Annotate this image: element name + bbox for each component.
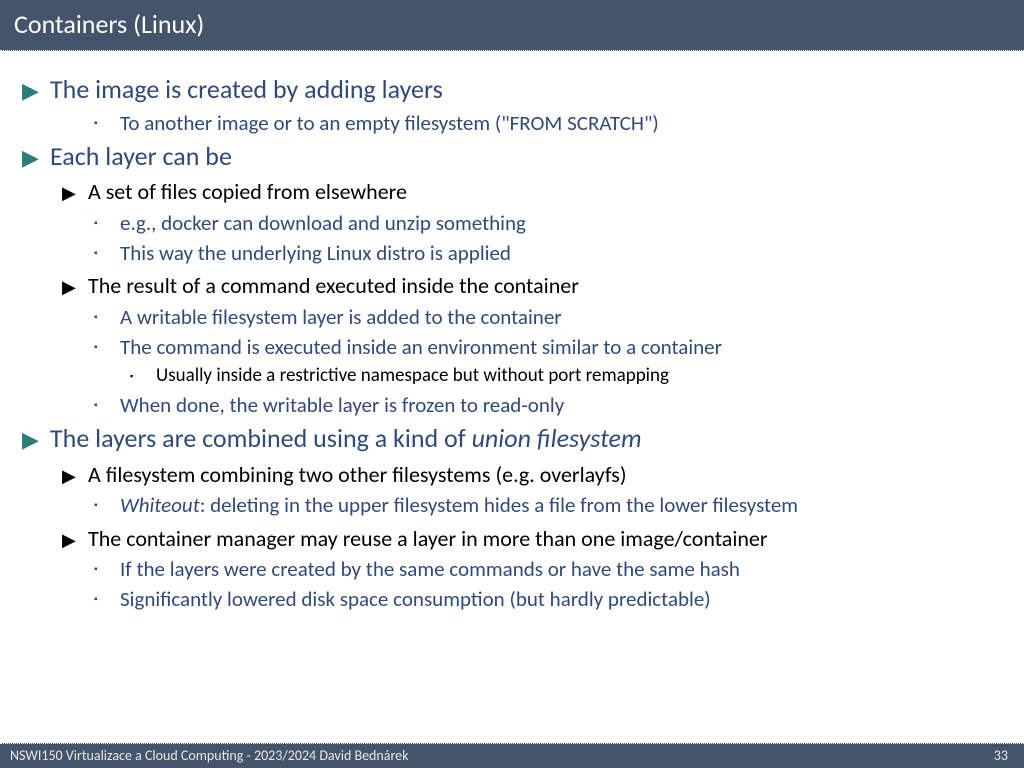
bullet-icon: ▪ bbox=[94, 392, 120, 412]
bullet-icon: ▶ bbox=[62, 461, 88, 488]
bullet-icon: ▪ bbox=[94, 556, 120, 576]
bullet-icon: ▶ bbox=[62, 178, 88, 205]
bullet-text: The container manager may reuse a layer … bbox=[88, 525, 1014, 553]
bullet-line: ▪This way the underlying Linux distro is… bbox=[94, 240, 1014, 266]
bullet-text: If the layers were created by the same c… bbox=[120, 556, 1014, 582]
slide-title: Containers (Linux) bbox=[0, 0, 1024, 51]
bullet-line: ▪Significantly lowered disk space consum… bbox=[94, 586, 1014, 612]
bullet-text: This way the underlying Linux distro is … bbox=[120, 240, 1014, 266]
bullet-line: ▪To another image or to an empty filesys… bbox=[94, 110, 1014, 136]
bullet-icon: ▪ bbox=[94, 240, 120, 260]
bullet-icon: ▪ bbox=[130, 364, 156, 382]
bullet-line: ▶The result of a command executed inside… bbox=[62, 272, 1014, 300]
bullet-text: A filesystem combining two other filesys… bbox=[88, 461, 1014, 489]
bullet-line: ▪e.g., docker can download and unzip som… bbox=[94, 210, 1014, 236]
bullet-line: ▪When done, the writable layer is frozen… bbox=[94, 392, 1014, 418]
bullet-text: To another image or to an empty filesyst… bbox=[120, 110, 1014, 136]
bullet-text: The command is executed inside an enviro… bbox=[120, 334, 1014, 360]
bullet-text: The image is created by adding layers bbox=[50, 73, 1014, 106]
bullet-line: ▶The image is created by adding layers bbox=[22, 73, 1014, 106]
footer-text: NSWI150 Virtualizace a Cloud Computing -… bbox=[10, 747, 409, 764]
bullet-text: The layers are combined using a kind of … bbox=[50, 422, 1014, 455]
bullet-line: ▪Usually inside a restrictive namespace … bbox=[130, 364, 1014, 388]
slide-content: ▶The image is created by adding layers▪T… bbox=[0, 51, 1024, 613]
bullet-icon: ▪ bbox=[94, 110, 120, 130]
bullet-line: ▪A writable filesystem layer is added to… bbox=[94, 304, 1014, 330]
bullet-icon: ▶ bbox=[62, 272, 88, 299]
bullet-text: e.g., docker can download and unzip some… bbox=[120, 210, 1014, 236]
bullet-icon: ▪ bbox=[94, 304, 120, 324]
bullet-line: ▶The layers are combined using a kind of… bbox=[22, 422, 1014, 455]
bullet-icon: ▶ bbox=[62, 525, 88, 552]
bullet-icon: ▪ bbox=[94, 210, 120, 230]
bullet-icon: ▶ bbox=[22, 73, 50, 105]
bullet-icon: ▶ bbox=[22, 422, 50, 454]
bullet-text: Whiteout: deleting in the upper filesyst… bbox=[120, 492, 1014, 518]
bullet-line: ▪Whiteout: deleting in the upper filesys… bbox=[94, 492, 1014, 518]
bullet-text: When done, the writable layer is frozen … bbox=[120, 392, 1014, 418]
bullet-icon: ▪ bbox=[94, 586, 120, 606]
bullet-text: A set of files copied from elsewhere bbox=[88, 178, 1014, 206]
bullet-line: ▪The command is executed inside an envir… bbox=[94, 334, 1014, 360]
bullet-line: ▶Each layer can be bbox=[22, 140, 1014, 173]
bullet-text: The result of a command executed inside … bbox=[88, 272, 1014, 300]
bullet-line: ▶The container manager may reuse a layer… bbox=[62, 525, 1014, 553]
slide-footer: NSWI150 Virtualizace a Cloud Computing -… bbox=[0, 743, 1024, 768]
bullet-text: Each layer can be bbox=[50, 140, 1014, 173]
bullet-icon: ▪ bbox=[94, 492, 120, 512]
bullet-icon: ▶ bbox=[22, 140, 50, 172]
bullet-text: A writable filesystem layer is added to … bbox=[120, 304, 1014, 330]
bullet-line: ▶A set of files copied from elsewhere bbox=[62, 178, 1014, 206]
bullet-text: Usually inside a restrictive namespace b… bbox=[156, 364, 1014, 388]
page-number: 33 bbox=[988, 747, 1014, 764]
bullet-line: ▪If the layers were created by the same … bbox=[94, 556, 1014, 582]
bullet-icon: ▪ bbox=[94, 334, 120, 354]
bullet-text: Significantly lowered disk space consump… bbox=[120, 586, 1014, 612]
bullet-line: ▶A filesystem combining two other filesy… bbox=[62, 461, 1014, 489]
